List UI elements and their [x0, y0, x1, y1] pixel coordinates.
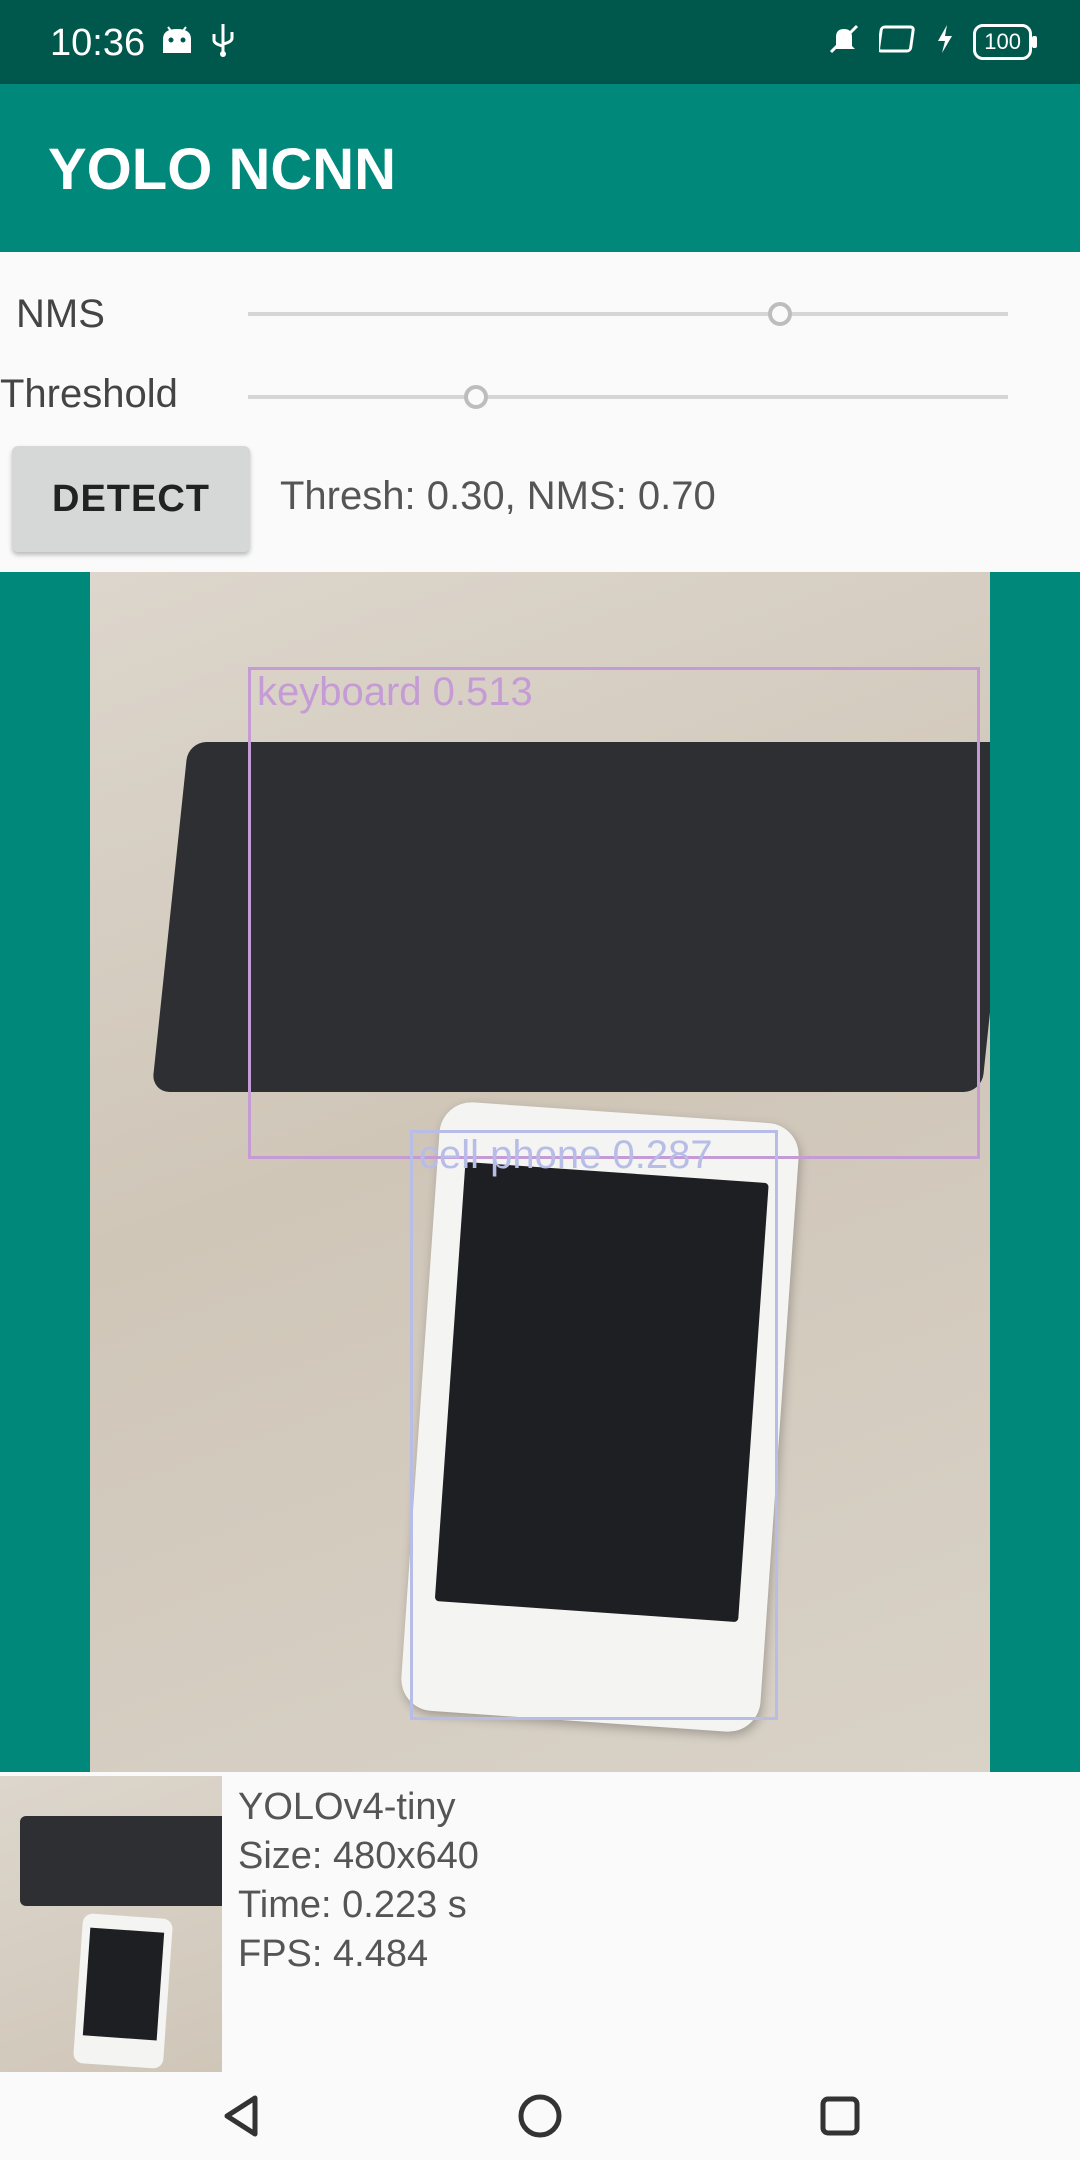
app-title: YOLO NCNN: [48, 137, 396, 202]
threshold-label: Threshold: [0, 372, 178, 416]
nms-slider-track: [248, 312, 1008, 316]
battery-icon: 100: [973, 23, 1037, 60]
home-icon[interactable]: [514, 2090, 566, 2142]
nms-slider-thumb[interactable]: [768, 302, 792, 326]
source-thumbnail[interactable]: [0, 1776, 222, 2072]
mute-icon: [827, 22, 861, 61]
nms-slider[interactable]: [248, 302, 1008, 326]
thumbnail-keyboard: [20, 1816, 222, 1906]
detection-image: keyboard 0.513 cell phone 0.287: [90, 572, 990, 1772]
status-bar: 10:36 100: [0, 0, 1080, 84]
bounding-box-label: cell phone 0.287: [419, 1133, 713, 1177]
inference-time: Time: 0.223 s: [238, 1884, 467, 1926]
status-time: 10:36: [50, 22, 146, 64]
charging-icon: [935, 24, 955, 59]
threshold-slider-thumb[interactable]: [464, 385, 488, 409]
bounding-box-keyboard: keyboard 0.513: [248, 667, 980, 1159]
info-panel: YOLOv4-tiny Size: 480x640 Time: 0.223 s …: [0, 1772, 1080, 2072]
bounding-box-cell-phone: cell phone 0.287: [410, 1130, 778, 1720]
nms-label: NMS: [16, 292, 105, 336]
threshold-slider[interactable]: [248, 385, 1008, 409]
recents-icon[interactable]: [814, 2090, 866, 2142]
status-icons-left: [160, 22, 236, 63]
status-icons-right: 100: [827, 22, 1037, 61]
android-icon: [160, 25, 194, 60]
thumbnail-phone: [72, 1913, 174, 2069]
cast-icon: [877, 24, 917, 59]
controls-panel: NMS Threshold DETECT Thresh: 0.30, NMS: …: [0, 252, 1080, 572]
image-size: Size: 480x640: [238, 1835, 479, 1877]
fps-value: FPS: 4.484: [238, 1933, 429, 1975]
usb-icon: [210, 22, 236, 63]
back-icon[interactable]: [215, 2090, 267, 2142]
bounding-box-label: keyboard 0.513: [257, 670, 533, 714]
threshold-slider-track: [248, 395, 1008, 399]
detect-button[interactable]: DETECT: [12, 446, 250, 552]
navigation-bar: [0, 2072, 1080, 2160]
model-name: YOLOv4-tiny: [238, 1786, 456, 1828]
detection-params-text: Thresh: 0.30, NMS: 0.70: [280, 474, 716, 518]
app-bar: YOLO NCNN: [0, 84, 1080, 252]
image-display-area: keyboard 0.513 cell phone 0.287: [0, 572, 1080, 1772]
